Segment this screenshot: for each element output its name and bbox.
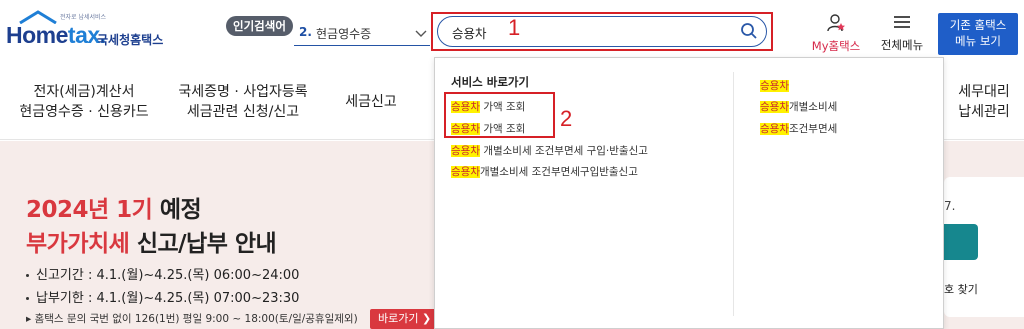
banner-go-button[interactable]: 바로가기 ❯ [370,309,442,329]
banner-contact-note: ▸ 홈택스 문의 국번 없이 126(1번) 평일 9:00 ~ 18:00(토… [26,313,358,325]
nav-item-tax-agent[interactable]: 세무대리 납세관리 [948,82,1020,122]
dropdown-service-shortcut-header: 서비스 바로가기 [451,75,530,89]
banner-filing-period: 신고기간 : 4.1.(월)~4.25.(목) 06:00~24:00 [26,264,299,283]
all-menu-button[interactable]: 전체메뉴 [874,14,930,53]
all-menu-label: 전체메뉴 [880,38,924,52]
logo-slogan: 전자로 납세서비스 [60,14,107,21]
banner-payment-deadline: 납부기한 : 4.1.(월)~4.25.(목) 07:00~23:30 [26,287,299,306]
logo-korean: 국세청홈택스 [97,33,164,47]
keyword-item[interactable]: 승용차조건부면세 [760,121,837,136]
banner-title-line1: 2024년 1기 예정 [26,197,202,223]
user-icon [827,14,845,32]
hometax-logo[interactable]: 전자로 납세서비스 Hometax. 국세청홈택스 [4,8,184,56]
chevron-down-icon [415,30,427,37]
suggestion-item[interactable]: 승용차 개별소비세 조건부면세 구입·반출신고 [451,143,648,158]
popular-search-select[interactable]: 2. 현금영수증 [294,22,430,46]
side-card-text: 7. [944,199,956,213]
popular-term: 현금영수증 [316,27,372,41]
dropdown-divider [733,72,734,316]
annotation-number-2: 2 [560,106,573,131]
popular-search-badge: 인기검색어 [226,16,293,36]
side-card-button[interactable] [944,224,978,260]
keyword-item[interactable]: 승용차 [760,78,789,93]
old-hometax-button[interactable]: 기존 홈택스 메뉴 보기 [938,13,1018,55]
nav-item-tax-return[interactable]: 세금신고 [336,92,406,112]
my-hometax-button[interactable]: My홈택스 [806,14,866,54]
suggestion-item[interactable]: 승용차개별소비세 조건부면세구입반출신고 [451,164,638,179]
side-quick-card: 7. 호 찾기 [944,177,1024,317]
nav-item-certificates[interactable]: 국세증명 · 사업자등록 세금관련 신청/신고 [168,82,318,122]
nav-item-e-invoice[interactable]: 전자(세금)계산서 현금영수증 · 신용카드 [14,82,154,122]
popular-rank: 2. [299,25,312,39]
old-hometax-line2: 메뉴 보기 [955,34,1001,48]
annotation-box-search [431,12,773,51]
annotation-number-1: 1 [508,15,521,40]
banner-title-line2: 부가가치세 신고/납부 안내 [26,231,277,257]
side-card-find[interactable]: 호 찾기 [944,281,978,297]
old-hometax-line1: 기존 홈택스 [949,18,1007,32]
logo-word: Hometax. [6,22,106,48]
annotation-box-suggestions [444,92,555,138]
keyword-item[interactable]: 승용차개별소비세 [760,99,837,114]
hamburger-icon [894,16,910,28]
my-hometax-label: My홈택스 [811,39,861,53]
